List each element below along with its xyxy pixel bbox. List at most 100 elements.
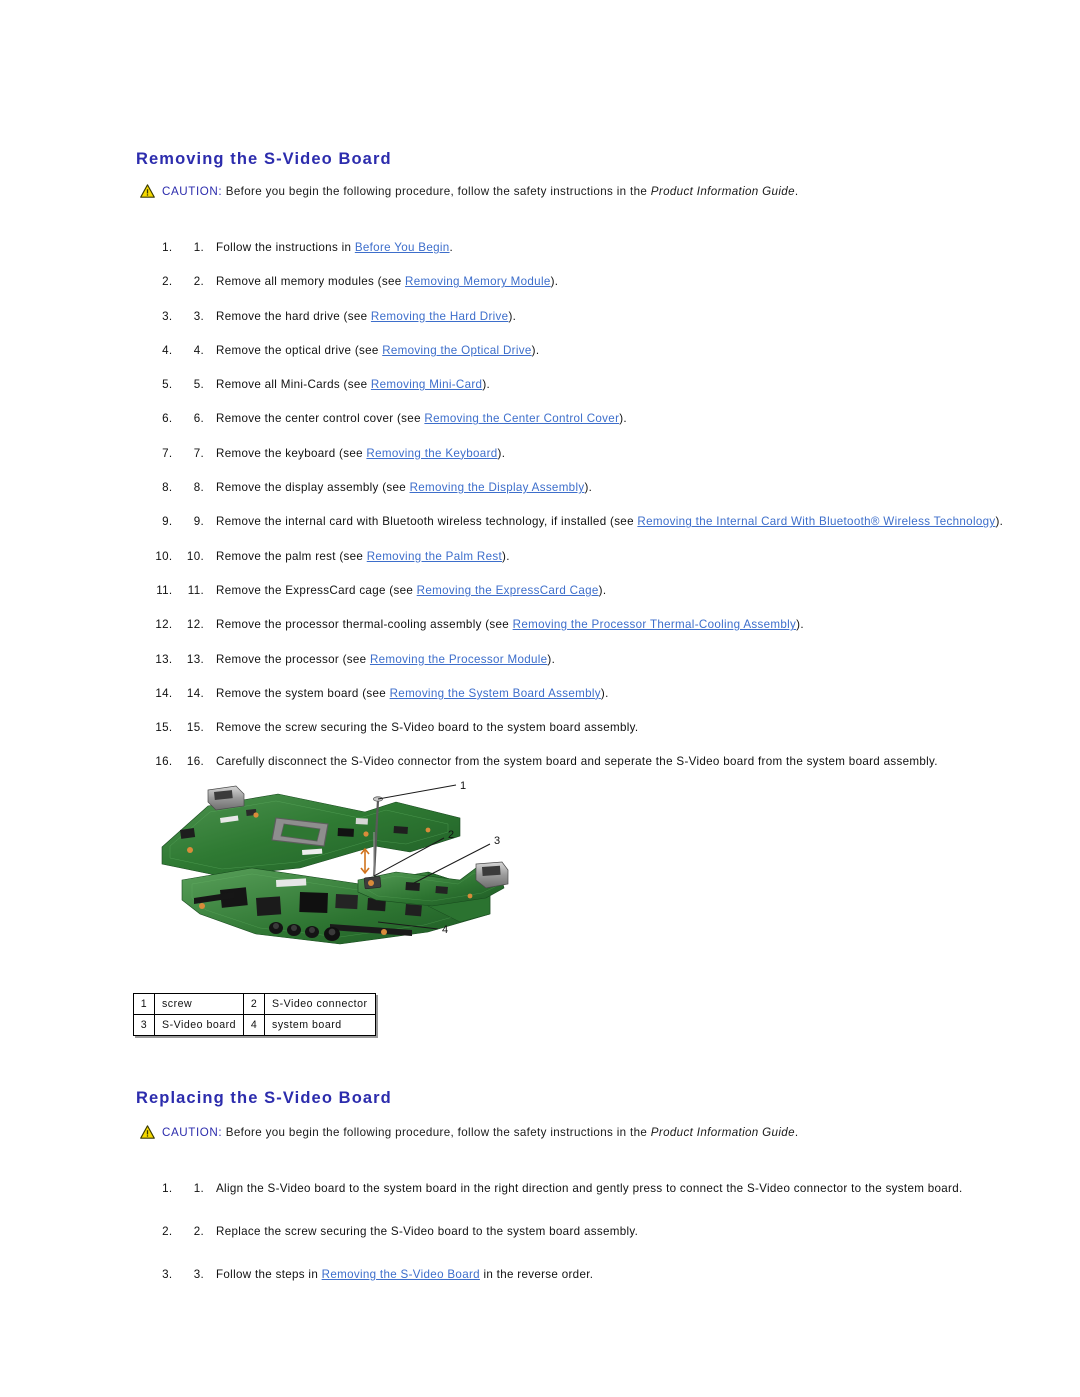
step-link[interactable]: Removing the Processor Thermal-Cooling A… <box>513 618 797 631</box>
page-title-replacing: Replacing the S-Video Board <box>136 1089 392 1108</box>
caution-note-removing: CAUTION: Before you begin the following … <box>140 184 960 199</box>
step-number: 13. <box>186 652 204 666</box>
caution-text-before-replacing: Before you begin the following procedure… <box>222 1126 651 1139</box>
legend-key: 3 <box>133 1014 155 1036</box>
list-item: 1. Align the S-Video board to the system… <box>176 1181 1076 1203</box>
legend-value: S-Video board <box>153 1014 245 1036</box>
step-text: Follow the steps in Removing the S-Video… <box>216 1267 1076 1282</box>
list-item: 6. Remove the center control cover (see … <box>176 411 1076 433</box>
legend-value: S-Video connector <box>264 993 376 1015</box>
list-item: 4. Remove the optical drive (see Removin… <box>176 343 1076 365</box>
callout-3-label: 3 <box>494 835 500 847</box>
step-text-before: Replace the screw securing the S-Video b… <box>216 1225 639 1238</box>
step-link[interactable]: Before You Begin <box>355 241 450 254</box>
warning-triangle-icon <box>140 1125 155 1139</box>
list-item: 8. Remove the display assembly (see Remo… <box>176 480 1076 502</box>
step-text: Remove the screw securing the S-Video bo… <box>216 720 1076 735</box>
step-link[interactable]: Removing Memory Module <box>405 275 551 288</box>
step-text-after: ). <box>550 275 559 289</box>
step-text-before: Remove the internal card with Bluetooth … <box>216 515 638 529</box>
step-number: 2. <box>193 1225 204 1238</box>
step-text: Remove the display assembly (see Removin… <box>216 480 1076 495</box>
step-number: 12. <box>186 618 204 632</box>
system-board-illustration: 1 2 3 4 <box>160 772 530 972</box>
step-text-after: ). <box>584 481 593 495</box>
step-text-before: Remove the system board (see <box>216 686 390 700</box>
step-text: Replace the screw securing the S-Video b… <box>216 1224 1076 1239</box>
step-link[interactable]: Removing the Hard Drive <box>371 310 509 323</box>
step-number: 6. <box>193 412 204 426</box>
step-text-before: Remove the hard drive (see <box>216 309 371 323</box>
list-item: 2. Replace the screw securing the S-Vide… <box>176 1224 1076 1246</box>
step-text-before: Remove all Mini-Cards (see <box>216 378 371 392</box>
list-item: 15. Remove the screw securing the S-Vide… <box>176 720 1076 742</box>
step-text: Remove the internal card with Bluetooth … <box>216 514 1076 529</box>
step-list-removing: 1. Follow the instructions in Before You… <box>136 240 1076 789</box>
step-text-before: Carefully disconnect the S-Video connect… <box>216 755 938 769</box>
step-link[interactable]: Removing the Optical Drive <box>382 344 531 357</box>
illustration-legend-table: 1 screw 2 S-Video connector 3 S-Video bo… <box>133 993 376 1036</box>
step-link[interactable]: Removing the Processor Module <box>370 653 547 666</box>
legend-key: 1 <box>133 993 155 1015</box>
legend-value: screw <box>153 993 245 1015</box>
step-link[interactable]: Removing the Center Control Cover <box>424 412 619 425</box>
step-text-after: ). <box>508 309 517 323</box>
list-item: 7. Remove the keyboard (see Removing the… <box>176 446 1076 468</box>
legend-key: 4 <box>243 1014 266 1036</box>
step-link[interactable]: Removing the Internal Card With Bluetoot… <box>637 515 995 528</box>
step-link[interactable]: Removing Mini-Card <box>371 378 482 391</box>
callout-2-label: 2 <box>448 829 454 841</box>
step-link[interactable]: Removing the Palm Rest <box>367 550 502 563</box>
step-text: Align the S-Video board to the system bo… <box>216 1181 1076 1196</box>
step-link[interactable]: Removing the S-Video Board <box>322 1268 480 1281</box>
step-text-before: Follow the instructions in <box>216 241 355 254</box>
caution-guide-title-replacing: Product Information Guide <box>650 1126 795 1139</box>
step-text: Follow the instructions in Before You Be… <box>216 240 1076 255</box>
step-number: 8. <box>193 481 204 495</box>
step-link[interactable]: Removing the System Board Assembly <box>390 687 601 700</box>
step-text: Remove the center control cover (see Rem… <box>216 411 1076 426</box>
step-text-after: ). <box>497 446 506 460</box>
caution-guide-title-removing: Product Information Guide <box>650 185 795 198</box>
list-item: 13. Remove the processor (see Removing t… <box>176 652 1076 674</box>
step-text-before: Remove the screw securing the S-Video bo… <box>216 721 639 735</box>
step-text-before: Remove the palm rest (see <box>216 549 367 563</box>
step-text: Remove the palm rest (see Removing the P… <box>216 549 1076 564</box>
step-text-after: in the reverse order. <box>479 1268 594 1281</box>
step-text-before: Remove all memory modules (see <box>216 275 406 289</box>
step-text-before: Remove the processor (see <box>216 652 370 666</box>
step-link[interactable]: Removing the Display Assembly <box>410 481 585 494</box>
list-item: 3. Follow the steps in Removing the S-Vi… <box>176 1267 1076 1289</box>
step-number: 5. <box>193 378 204 392</box>
step-text-before: Remove the center control cover (see <box>216 412 425 426</box>
step-text-before: Remove the keyboard (see <box>216 446 367 460</box>
step-text: Remove all memory modules (see Removing … <box>216 274 1076 289</box>
step-link[interactable]: Removing the Keyboard <box>366 447 497 460</box>
step-text-after: ). <box>598 583 607 597</box>
step-text-after: ). <box>796 618 804 632</box>
list-item: 2. Remove all memory modules (see Removi… <box>176 274 1076 296</box>
list-item: 11. Remove the ExpressCard cage (see Rem… <box>176 583 1076 605</box>
page-title-removing: Removing the S-Video Board <box>136 150 392 169</box>
step-number: 15. <box>186 721 204 735</box>
step-number: 1. <box>193 241 204 254</box>
step-text: Remove the processor thermal-cooling ass… <box>216 617 1076 632</box>
step-text-after: ). <box>600 686 609 700</box>
table-row: 3 S-Video board 4 system board <box>133 1014 376 1036</box>
step-text: Remove the optical drive (see Removing t… <box>216 343 1076 358</box>
step-link[interactable]: Removing the ExpressCard Cage <box>417 584 599 597</box>
list-item: 3. Remove the hard drive (see Removing t… <box>176 309 1076 331</box>
caution-text-after-removing: . <box>794 185 799 198</box>
legend-value: system board <box>264 1014 376 1036</box>
step-number: 7. <box>193 446 204 460</box>
step-text-before: Remove the display assembly (see <box>216 481 410 495</box>
step-text-after: ). <box>995 515 1004 529</box>
step-text-after: ). <box>547 652 556 666</box>
step-number: 3. <box>193 309 204 323</box>
step-text: Carefully disconnect the S-Video connect… <box>216 754 1076 769</box>
callout-4-label: 4 <box>442 924 448 936</box>
caution-label-removing: CAUTION: <box>162 185 223 198</box>
caution-label-replacing: CAUTION: <box>162 1126 223 1139</box>
step-text-after: ). <box>531 343 540 357</box>
step-text-after: ). <box>619 412 627 426</box>
